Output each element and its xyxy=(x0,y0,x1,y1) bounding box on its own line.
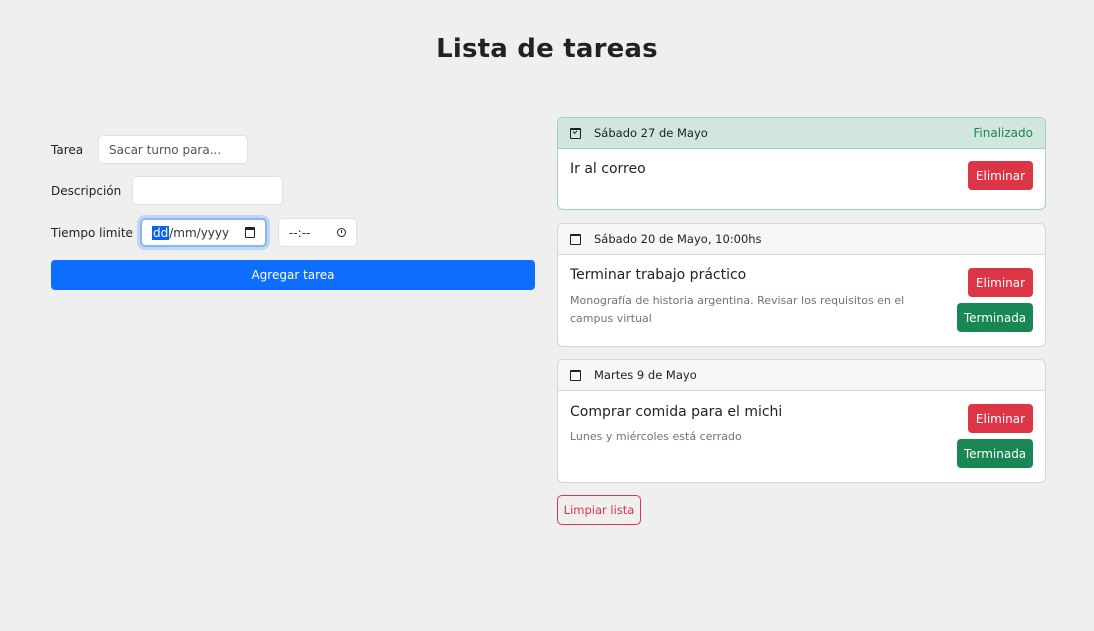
task-title: Terminar trabajo práctico xyxy=(570,267,747,283)
status-badge: Finalizado xyxy=(973,126,1033,140)
add-task-button[interactable]: Agregar tarea xyxy=(51,260,535,290)
delete-button[interactable]: Eliminar xyxy=(968,268,1033,297)
deadline-row: Tiempo limite dd /mm/yyyy --:-- xyxy=(51,218,357,247)
description-input[interactable] xyxy=(132,176,283,205)
task-card-body: Ir al correo Eliminar xyxy=(558,149,1045,209)
description-label: Descripción xyxy=(51,183,122,198)
time-placeholder: --:-- xyxy=(289,225,311,240)
task-date: Sábado 20 de Mayo, 10:00hs xyxy=(594,232,762,246)
description-row: Descripción xyxy=(51,176,283,205)
mark-done-button[interactable]: Terminada xyxy=(957,439,1033,468)
page-title: Lista de tareas xyxy=(436,34,658,64)
task-card: Martes 9 de Mayo Comprar comida para el … xyxy=(557,359,1046,483)
time-input[interactable]: --:-- xyxy=(278,218,357,247)
task-card-header: Sábado 20 de Mayo, 10:00hs xyxy=(558,224,1045,255)
deadline-label: Tiempo limite xyxy=(51,225,133,240)
task-title: Comprar comida para el michi xyxy=(570,404,783,420)
date-day-segment[interactable]: dd xyxy=(152,225,170,240)
date-rest-segment: /mm/yyyy xyxy=(169,225,230,240)
task-row: Tarea Sacar turno para... xyxy=(51,135,248,164)
task-card-body: Comprar comida para el michi Lunes y mié… xyxy=(558,391,1045,482)
calendar-check-icon xyxy=(570,127,581,139)
mark-done-button[interactable]: Terminada xyxy=(957,303,1033,332)
task-card-body: Terminar trabajo práctico Monografía de … xyxy=(558,255,1045,346)
task-card: Sábado 27 de Mayo Finalizado Ir al corre… xyxy=(557,117,1046,210)
task-card: Sábado 20 de Mayo, 10:00hs Terminar trab… xyxy=(557,223,1046,347)
calendar-icon xyxy=(570,233,581,245)
task-date: Sábado 27 de Mayo xyxy=(594,126,708,140)
calendar-icon[interactable] xyxy=(245,227,255,238)
delete-button[interactable]: Eliminar xyxy=(968,404,1033,433)
task-date: Martes 9 de Mayo xyxy=(594,368,697,382)
calendar-icon xyxy=(570,369,581,381)
task-description: Monografía de historia argentina. Revisa… xyxy=(570,294,905,325)
task-card-header: Sábado 27 de Mayo Finalizado xyxy=(558,118,1045,149)
clock-icon[interactable] xyxy=(337,228,346,237)
task-input-placeholder: Sacar turno para... xyxy=(109,142,222,157)
delete-button[interactable]: Eliminar xyxy=(968,161,1033,190)
date-input[interactable]: dd /mm/yyyy xyxy=(140,218,267,247)
task-title: Ir al correo xyxy=(570,161,646,177)
task-input[interactable]: Sacar turno para... xyxy=(98,135,248,164)
task-card-header: Martes 9 de Mayo xyxy=(558,360,1045,391)
clear-list-button[interactable]: Limpiar lista xyxy=(557,495,641,525)
task-label: Tarea xyxy=(51,142,84,157)
task-description: Lunes y miércoles está cerrado xyxy=(570,430,742,443)
